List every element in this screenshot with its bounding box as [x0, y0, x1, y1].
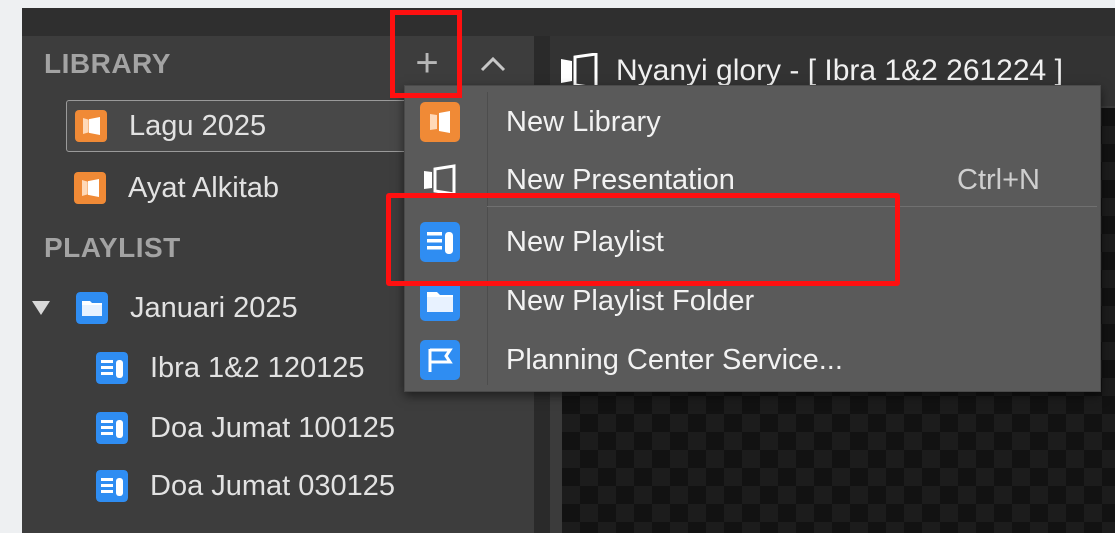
menu-item-label: New Presentation — [506, 163, 735, 196]
playlist-icon — [96, 470, 128, 502]
presentation-title: Nyanyi glory - [ Ibra 1&2 261224 ] — [616, 54, 1063, 87]
menu-item-label: Planning Center Service... — [506, 343, 843, 376]
playlist-item-doa-jumat-030125[interactable]: Doa Jumat 030125 — [96, 460, 496, 512]
menu-item-shortcut: Ctrl+N — [957, 163, 1040, 196]
playlist-icon — [96, 352, 128, 384]
chevron-up-icon — [480, 56, 506, 72]
highlight-box-new-playlist — [386, 193, 900, 286]
triangle-down-icon[interactable] — [32, 301, 50, 315]
library-icon — [420, 102, 460, 142]
top-strip — [22, 8, 1115, 36]
playlist-item-label: Doa Jumat 100125 — [150, 411, 396, 444]
menu-item-label: New Playlist Folder — [506, 284, 755, 317]
library-icon — [75, 110, 107, 142]
playlist-icon — [96, 412, 128, 444]
menu-item-label: New Library — [506, 105, 661, 138]
menu-item-new-library[interactable]: New Library — [405, 93, 1100, 151]
playlist-item-label: Ibra 1&2 120125 — [150, 351, 365, 384]
playlist-item-doa-jumat-100125[interactable]: Doa Jumat 100125 — [96, 402, 496, 454]
planning-center-icon — [420, 340, 460, 380]
library-section-title: LIBRARY — [44, 48, 171, 79]
library-item-ayat-alkitab[interactable]: Ayat Alkitab — [74, 162, 414, 214]
folder-icon — [76, 292, 108, 324]
library-icon — [74, 172, 106, 204]
playlist-item-label: Doa Jumat 030125 — [150, 469, 396, 502]
library-item-lagu-2025[interactable]: Lagu 2025 — [66, 100, 426, 152]
highlight-box-add-button — [390, 10, 462, 98]
playlist-section-title: PLAYLIST — [44, 232, 181, 263]
presentation-icon — [561, 53, 598, 89]
collapse-button[interactable] — [474, 50, 512, 80]
menu-item-planning-center[interactable]: Planning Center Service... — [405, 331, 1100, 389]
playlist-folder-label: Januari 2025 — [130, 291, 298, 324]
folder-icon — [420, 281, 460, 321]
library-item-label: Ayat Alkitab — [128, 171, 280, 204]
library-item-label: Lagu 2025 — [129, 109, 267, 142]
